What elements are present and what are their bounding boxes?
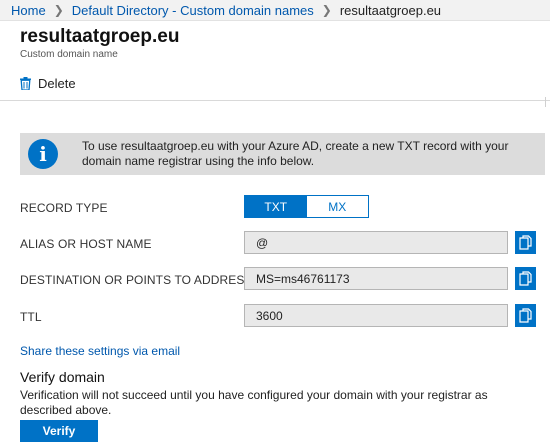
trash-icon	[20, 76, 31, 90]
chevron-right-icon: ❯	[321, 3, 332, 17]
verify-button[interactable]: Verify	[20, 420, 98, 442]
info-icon-box: i	[20, 133, 66, 175]
page-subtitle: Custom domain name	[20, 49, 118, 60]
info-message-line-2: domain name registrar using the info bel…	[82, 154, 315, 168]
info-message: To use resultaatgroep.eu with your Azure…	[66, 133, 508, 175]
verify-heading: Verify domain	[20, 369, 105, 385]
breadcrumb-home-link[interactable]: Home	[11, 3, 46, 18]
chevron-right-icon: ❯	[53, 3, 64, 17]
ttl-field[interactable]: 3600	[244, 304, 508, 327]
copy-destination-button[interactable]	[515, 267, 536, 290]
destination-field[interactable]: MS=ms46761173	[244, 267, 508, 290]
copy-icon	[519, 235, 532, 250]
breadcrumb-current: resultaatgroep.eu	[339, 2, 442, 18]
breadcrumb: Home ❯ Default Directory - Custom domain…	[0, 0, 550, 21]
page-title: resultaatgroep.eu	[20, 26, 180, 47]
info-banner: i To use resultaatgroep.eu with your Azu…	[20, 133, 545, 175]
command-bar: Delete	[0, 66, 550, 100]
record-type-mx-option[interactable]: MX	[306, 196, 368, 217]
alias-label: ALIAS OR HOST NAME	[20, 237, 152, 251]
verify-description-line-1: Verification will not succeed until you …	[20, 388, 488, 402]
scroll-edge-divider	[545, 97, 546, 107]
record-type-txt-option[interactable]: TXT	[245, 196, 307, 217]
alias-field[interactable]: @	[244, 231, 508, 254]
destination-label: DESTINATION OR POINTS TO ADDRESS	[20, 273, 253, 287]
verify-description: Verification will not succeed until you …	[20, 388, 520, 418]
record-type-label: RECORD TYPE	[20, 201, 108, 215]
record-type-toggle: TXT MX	[244, 195, 369, 218]
command-divider	[0, 100, 550, 101]
copy-icon	[519, 271, 532, 286]
blade-header: resultaatgroep.eu Custom domain name	[20, 26, 179, 61]
verify-description-line-2: described above.	[20, 403, 112, 417]
info-icon: i	[28, 139, 58, 169]
copy-icon	[519, 308, 532, 323]
delete-button[interactable]: Delete	[20, 76, 76, 91]
copy-alias-button[interactable]	[515, 231, 536, 254]
info-message-line-1: To use resultaatgroep.eu with your Azure…	[82, 139, 509, 153]
delete-button-label: Delete	[38, 75, 76, 91]
copy-ttl-button[interactable]	[515, 304, 536, 327]
share-settings-link[interactable]: Share these settings via email	[20, 344, 180, 358]
ttl-label: TTL	[20, 310, 42, 324]
breadcrumb-custom-domains-link[interactable]: Default Directory - Custom domain names	[72, 3, 314, 18]
